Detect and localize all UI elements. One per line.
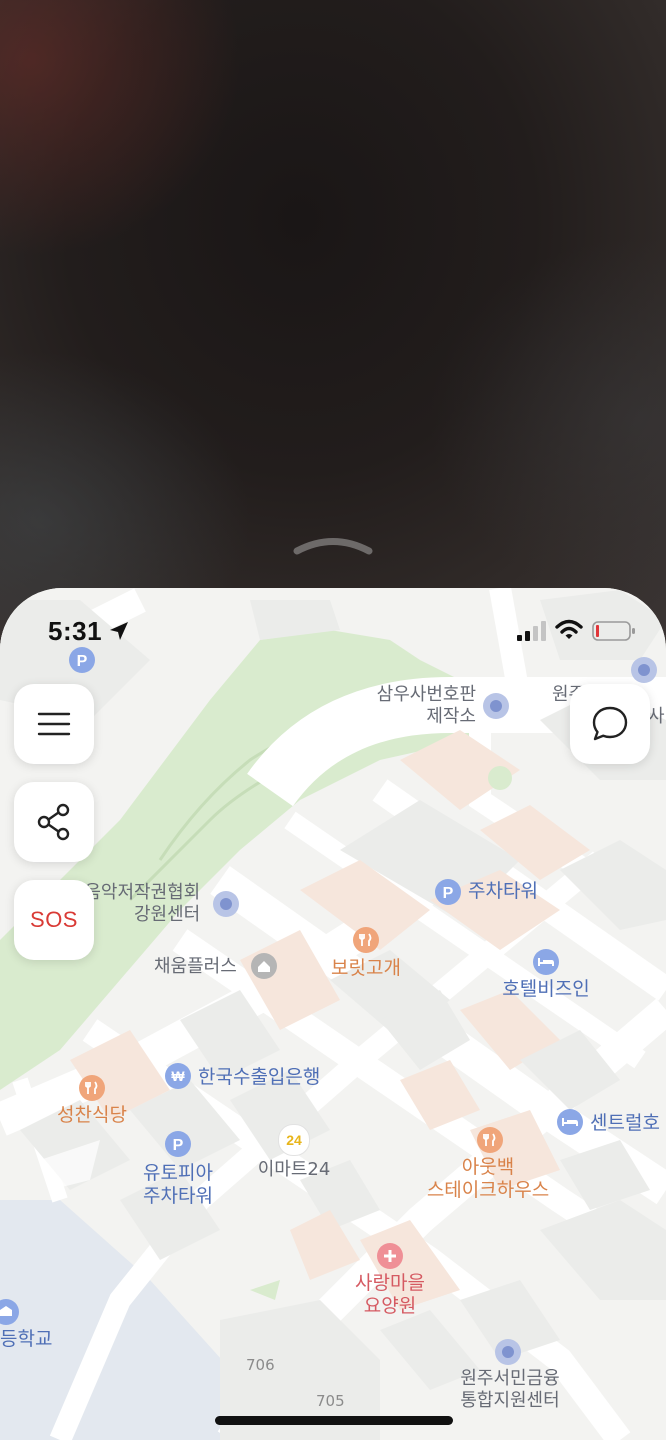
hospital-icon[interactable] [376,1242,404,1270]
share-icon [37,803,70,841]
map-label-music-copyright[interactable]: 음악저작권협회 강원센터 [80,882,200,925]
sos-button[interactable]: SOS [14,880,94,960]
map-label-school[interactable]: 등학교 [0,1328,52,1351]
hamburger-icon [37,712,71,736]
expand-chevron-icon[interactable] [293,532,373,558]
map-label-wonju-finance[interactable]: 원주서민금융 통합지원센터 [460,1368,559,1411]
map-label-saranmaeul[interactable]: 사랑마을 요양원 [355,1272,425,1318]
menu-button[interactable] [14,684,94,764]
map-label-hotel-bizin[interactable]: 호텔비즈인 [502,978,589,1001]
status-time: 5:31 [48,616,103,646]
location-arrow-icon [110,622,128,640]
parking-icon[interactable]: P [164,1130,192,1158]
building-number-705: 705 [316,1392,345,1410]
restaurant-icon[interactable] [78,1074,106,1102]
wallpaper-background [0,0,666,620]
hotel-icon[interactable] [556,1108,584,1136]
building-number-706: 706 [246,1356,275,1374]
restaurant-icon[interactable] [476,1126,504,1154]
parking-icon[interactable]: P [434,878,462,906]
school-icon[interactable] [0,1298,20,1326]
map-label-utopia-parking[interactable]: 유토피아 주차타워 [143,1162,213,1208]
map-label-seongchan[interactable]: 성찬식당 [57,1104,127,1127]
emart24-logo-icon[interactable]: 24 [278,1124,310,1156]
map-label-outback[interactable]: 아웃백 스테이크하우스 [427,1156,549,1202]
poi-dot-icon[interactable] [212,890,240,918]
map-sheet: P P ₩ P 24 삼우사번호판 제작소 원주 사 음악저작권협회 강원센터 … [0,588,666,1440]
map-label-parking-tower[interactable]: 주차타워 [468,880,538,903]
home-icon[interactable] [250,952,278,980]
bank-icon[interactable]: ₩ [164,1062,192,1090]
chat-bubble-icon [592,706,628,741]
battery-low-icon [592,621,635,641]
status-bar: 5:31 [0,588,666,674]
poi-dot-icon[interactable] [494,1338,522,1366]
sos-label: SOS [30,907,78,932]
svg-text:P: P [173,1137,184,1154]
map-label-exim-bank[interactable]: 한국수출입은행 [198,1066,320,1089]
home-indicator[interactable] [215,1416,453,1425]
chat-button[interactable] [570,684,650,764]
map-label-central-hotel[interactable]: 센트럴호 [590,1112,660,1135]
svg-text:P: P [443,885,454,902]
map-label-borit[interactable]: 보릿고개 [331,957,401,980]
restaurant-icon[interactable] [352,926,380,954]
wifi-icon [555,619,583,639]
hotel-icon[interactable] [532,948,560,976]
cellular-signal-icon [517,621,546,641]
share-button[interactable] [14,782,94,862]
poi-dot-icon[interactable] [482,692,510,720]
map-label-samusa[interactable]: 삼우사번호판 제작소 [377,684,476,727]
svg-text:₩: ₩ [171,1068,185,1084]
map-label-emart24[interactable]: 이마트24 [258,1159,331,1181]
map-label-chaeum-plus[interactable]: 채움플러스 [154,956,237,978]
